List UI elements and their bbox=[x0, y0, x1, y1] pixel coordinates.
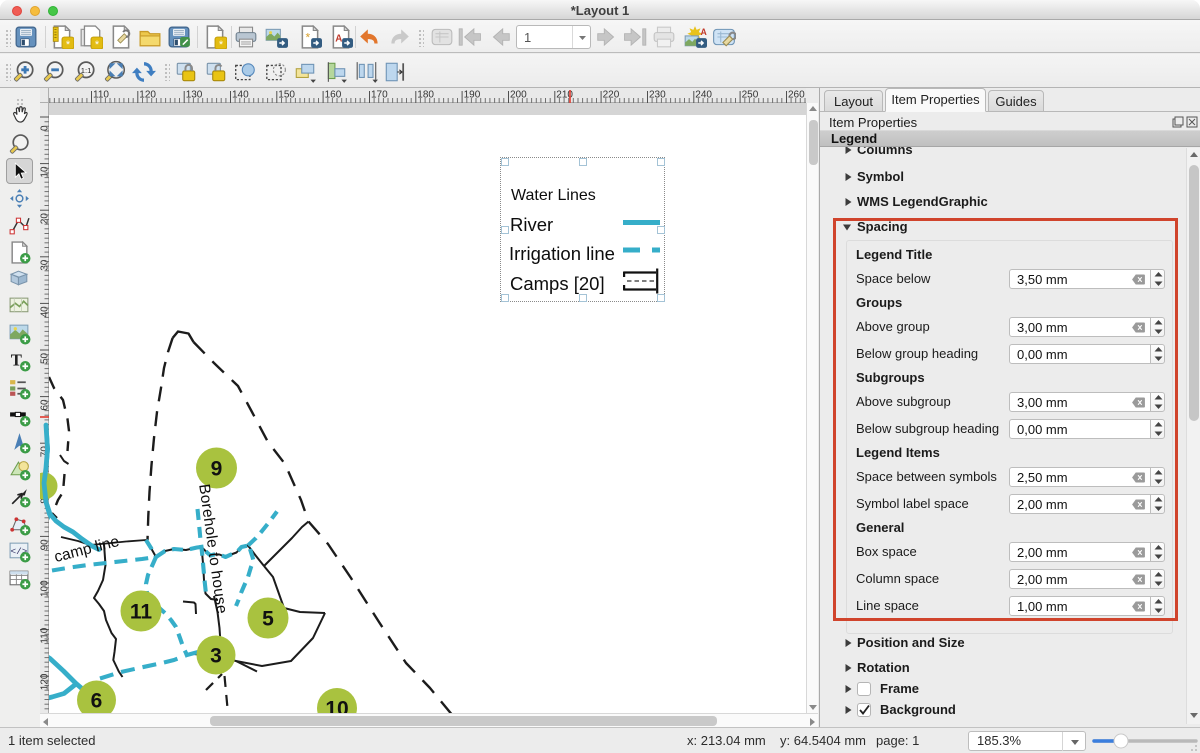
svg-text:1:1: 1:1 bbox=[80, 66, 91, 75]
svg-text:9: 9 bbox=[211, 458, 223, 481]
svg-text:40: 40 bbox=[40, 306, 49, 318]
svg-text:240: 240 bbox=[695, 90, 712, 101]
svg-text:130: 130 bbox=[186, 90, 203, 101]
svg-text:A: A bbox=[700, 27, 707, 37]
svg-text:160: 160 bbox=[325, 90, 342, 101]
svg-text:60: 60 bbox=[40, 399, 49, 411]
svg-text:200: 200 bbox=[510, 90, 527, 101]
svg-text:10: 10 bbox=[325, 698, 348, 714]
svg-text:120: 120 bbox=[139, 90, 156, 101]
svg-text:*: * bbox=[66, 39, 71, 49]
svg-text:10: 10 bbox=[40, 166, 49, 178]
svg-text:30: 30 bbox=[40, 259, 49, 271]
svg-text:*: * bbox=[95, 39, 100, 49]
svg-text:170: 170 bbox=[371, 90, 388, 101]
svg-text:210: 210 bbox=[556, 90, 573, 101]
svg-text:100: 100 bbox=[40, 580, 49, 597]
svg-text:20: 20 bbox=[40, 213, 49, 225]
svg-text:190: 190 bbox=[464, 90, 481, 101]
svg-text:250: 250 bbox=[742, 90, 759, 101]
svg-text:180: 180 bbox=[417, 90, 434, 101]
svg-text:A: A bbox=[335, 33, 342, 44]
svg-text:90: 90 bbox=[40, 539, 49, 551]
svg-text:6: 6 bbox=[91, 690, 103, 713]
svg-text:3: 3 bbox=[210, 645, 222, 668]
svg-text:50: 50 bbox=[40, 352, 49, 364]
svg-text:230: 230 bbox=[649, 90, 666, 101]
svg-text:*: * bbox=[305, 30, 310, 44]
svg-text:260: 260 bbox=[788, 90, 805, 101]
svg-text:*: * bbox=[218, 39, 223, 49]
svg-text:140: 140 bbox=[232, 90, 249, 101]
svg-text:11: 11 bbox=[130, 601, 153, 624]
svg-text:120: 120 bbox=[40, 673, 49, 690]
svg-text:220: 220 bbox=[603, 90, 620, 101]
svg-text:110: 110 bbox=[40, 627, 49, 643]
svg-text:150: 150 bbox=[278, 90, 295, 101]
svg-text:5: 5 bbox=[262, 608, 274, 631]
